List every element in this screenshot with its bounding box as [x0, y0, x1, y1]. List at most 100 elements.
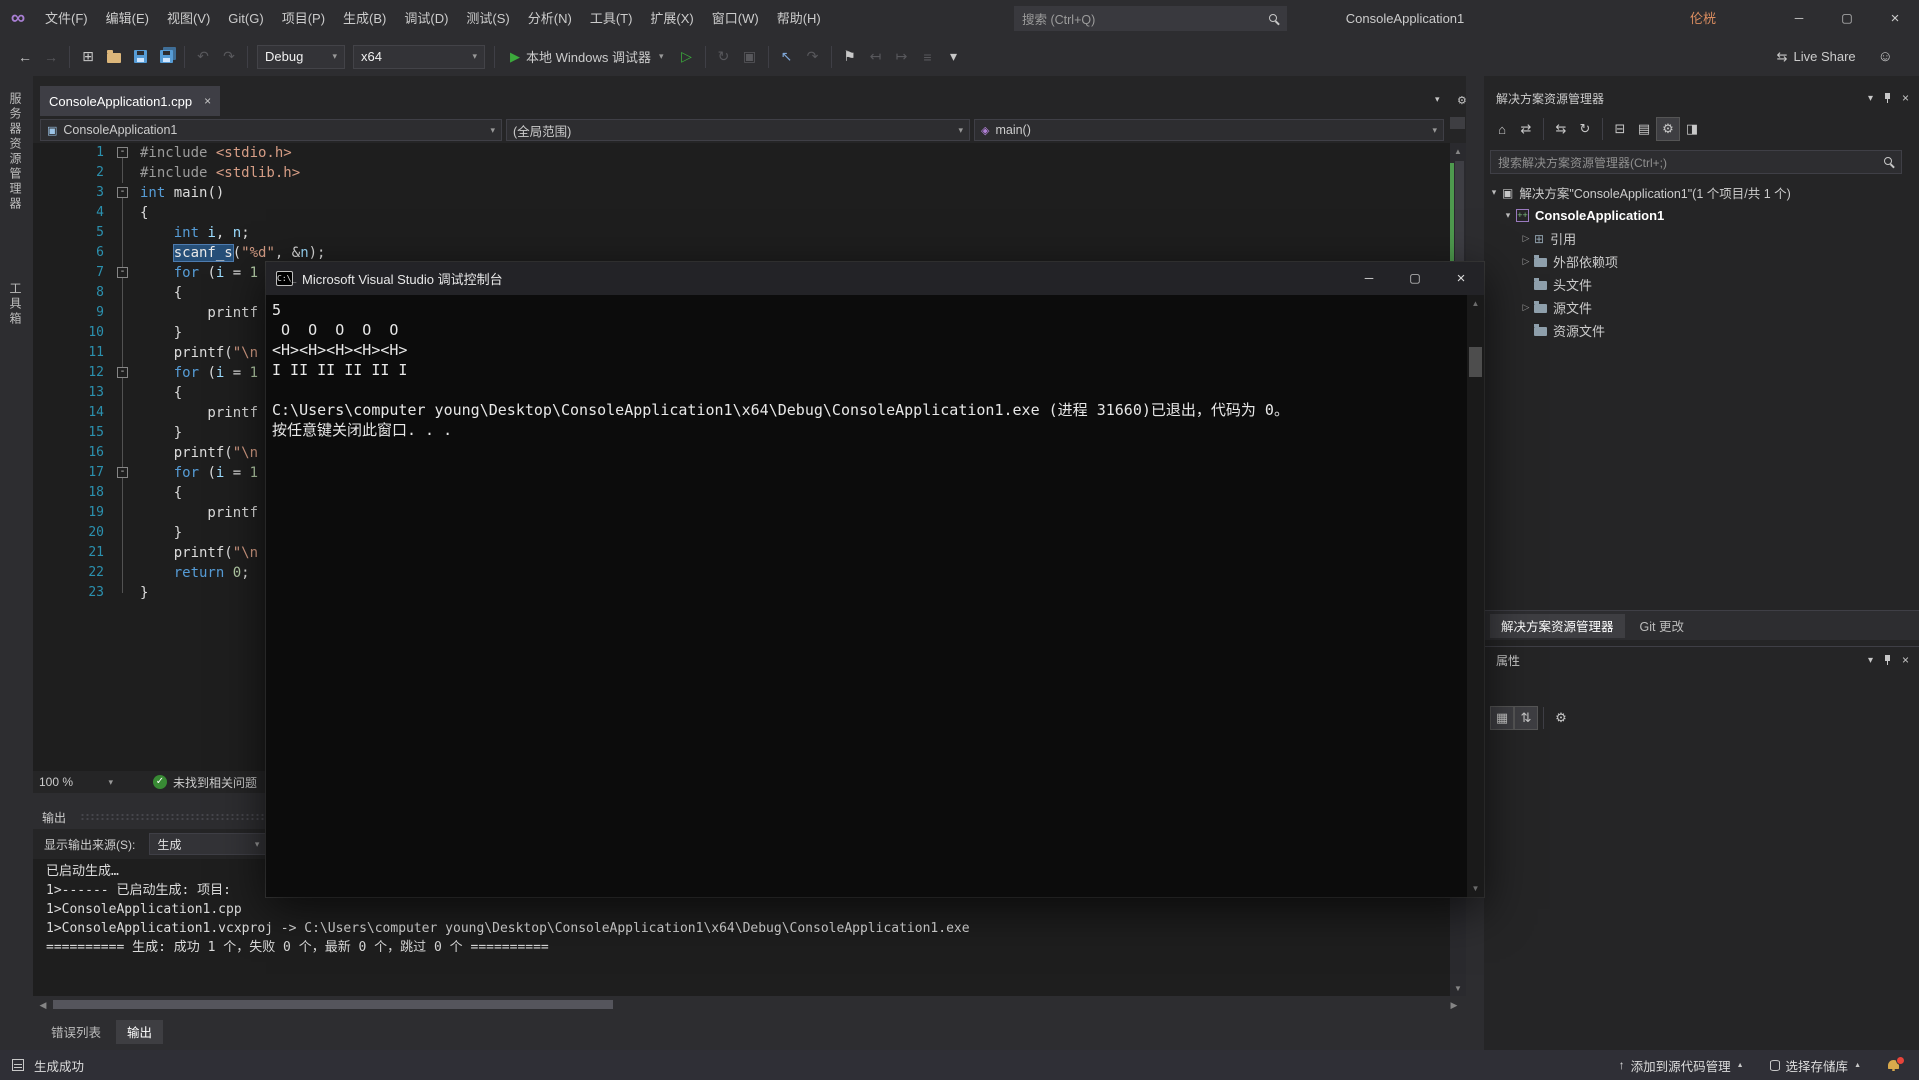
save-icon[interactable] — [128, 45, 152, 69]
menu-item-4[interactable]: 项目(P) — [273, 0, 334, 37]
code-line-3[interactable]: 3 - int main() — [33, 183, 1450, 203]
tab-git-changes[interactable]: Git 更改 — [1629, 614, 1695, 638]
chevron-down-icon[interactable]: ▾ — [1868, 655, 1873, 666]
scroll-right-icon[interactable]: ▶ — [1448, 1000, 1460, 1011]
add-to-source-control-button[interactable]: 添加到源代码管理 — [1619, 1056, 1744, 1075]
solution-explorer-search-box[interactable]: 搜索解决方案资源管理器(Ctrl+;) — [1490, 150, 1902, 174]
user-account-name[interactable]: 伦桄 — [1690, 0, 1716, 37]
fold-collapse-icon[interactable]: - — [117, 147, 128, 158]
code-line-6[interactable]: 6 scanf_s("%d", &n); — [33, 243, 1450, 263]
tree-item-project[interactable]: ConsoleApplication1 — [1484, 204, 1919, 227]
collapsed-arrow-icon[interactable] — [1520, 302, 1532, 313]
tab-solution-explorer[interactable]: 解决方案资源管理器 — [1490, 613, 1625, 638]
menu-item-12[interactable]: 帮助(H) — [768, 0, 830, 37]
document-tab[interactable]: ConsoleApplication1.cpp × — [40, 86, 221, 116]
tree-item-header-files[interactable]: 头文件 — [1484, 273, 1919, 296]
tree-item-external-dependencies[interactable]: 外部依赖项 — [1484, 250, 1919, 273]
minimize-button[interactable] — [1775, 0, 1823, 37]
open-file-icon[interactable] — [102, 45, 126, 69]
debug-console-window[interactable]: Microsoft Visual Studio 调试控制台 5 O O O O … — [266, 262, 1484, 897]
code-line-2[interactable]: 2 #include <stdlib.h> — [33, 163, 1450, 183]
pin-icon[interactable] — [1883, 92, 1892, 104]
show-all-files-icon[interactable]: ▤ — [1633, 118, 1655, 140]
feedback-smiley-icon[interactable] — [1878, 48, 1893, 65]
close-icon[interactable]: × — [1902, 91, 1909, 105]
console-output[interactable]: 5 O O O O O <H><H><H><H><H> I II II II II … — [272, 300, 1452, 860]
collapsed-arrow-icon[interactable] — [1520, 233, 1532, 244]
menu-item-10[interactable]: 扩展(X) — [641, 0, 702, 37]
maximize-button[interactable] — [1392, 262, 1438, 295]
close-button[interactable] — [1871, 0, 1919, 37]
collapse-all-icon[interactable]: ⊟ — [1609, 118, 1631, 140]
collapsed-arrow-icon[interactable] — [1520, 256, 1532, 267]
menu-item-3[interactable]: Git(G) — [219, 0, 272, 37]
code-line-4[interactable]: 4{ — [33, 203, 1450, 223]
menu-item-1[interactable]: 编辑(E) — [97, 0, 158, 37]
property-pages-icon[interactable]: ⚙ — [1550, 707, 1572, 729]
menu-item-11[interactable]: 窗口(W) — [703, 0, 768, 37]
close-button[interactable] — [1438, 262, 1484, 295]
document-health-check-icon[interactable] — [153, 775, 167, 789]
properties-panel-header[interactable]: 属性 ▾ × — [1484, 646, 1919, 673]
notifications-button[interactable] — [1887, 1056, 1905, 1072]
toolbar-overflow-icon[interactable]: ▾ — [942, 45, 966, 69]
tab-close-icon[interactable]: × — [204, 94, 211, 108]
navigate-forward-icon[interactable]: → — [39, 45, 63, 69]
console-title-bar[interactable]: Microsoft Visual Studio 调试控制台 — [266, 262, 1484, 295]
save-all-icon[interactable] — [154, 45, 178, 69]
fold-collapse-icon[interactable]: - — [117, 467, 128, 478]
scrollbar-thumb[interactable] — [53, 1000, 613, 1009]
menu-item-8[interactable]: 分析(N) — [519, 0, 581, 37]
tree-item-resource-files[interactable]: 资源文件 — [1484, 319, 1919, 342]
scroll-left-icon[interactable]: ◀ — [37, 1000, 49, 1011]
output-source-dropdown[interactable]: 生成 — [149, 833, 268, 855]
editor-splitter-handle[interactable] — [1450, 117, 1465, 129]
tab-output[interactable]: 输出 — [116, 1019, 164, 1044]
alphabetical-icon[interactable]: ⇅ — [1514, 706, 1538, 730]
maximize-button[interactable] — [1823, 0, 1871, 37]
navigate-back-icon[interactable]: ← — [13, 45, 37, 69]
next-bookmark-icon[interactable]: ↦ — [890, 45, 914, 69]
scrollbar-thumb[interactable] — [1469, 347, 1482, 377]
pin-icon[interactable] — [1883, 654, 1892, 666]
undo-icon[interactable]: ↶ — [191, 45, 215, 69]
menu-item-9[interactable]: 工具(T) — [581, 0, 642, 37]
refresh-icon[interactable]: ↻ — [1574, 118, 1596, 140]
tree-item-source-files[interactable]: 源文件 — [1484, 296, 1919, 319]
home-icon[interactable]: ⌂ — [1491, 118, 1513, 140]
live-share-button[interactable]: Live Share — [1794, 49, 1856, 64]
debug-windows-icon[interactable]: ▣ — [738, 45, 762, 69]
prev-bookmark-icon[interactable]: ↤ — [864, 45, 888, 69]
expanded-arrow-icon[interactable] — [1502, 210, 1514, 221]
tree-item-solution[interactable]: 解决方案"ConsoleApplication1"(1 个项目/共 1 个) — [1484, 181, 1919, 204]
solution-platform-dropdown[interactable]: x64 — [353, 44, 485, 69]
minimize-button[interactable] — [1346, 262, 1392, 295]
properties-object-field[interactable] — [1484, 672, 1919, 704]
nav-project-dropdown[interactable]: ConsoleApplication1 — [40, 119, 502, 141]
tree-item-references[interactable]: 引用 — [1484, 227, 1919, 250]
quick-search-box[interactable]: 搜索 (Ctrl+Q) — [1014, 6, 1287, 31]
tab-list-chevron-icon[interactable]: ▾ — [1435, 94, 1440, 105]
start-without-debugging-icon[interactable]: ▷ — [675, 45, 699, 69]
preview-selected-icon[interactable]: ◨ — [1681, 118, 1703, 140]
bookmark-icon[interactable]: ⚑ — [838, 45, 862, 69]
solution-configuration-dropdown[interactable]: Debug — [257, 44, 345, 69]
start-debugging-button[interactable]: 本地 Windows 调试器 — [506, 44, 668, 70]
scroll-up-icon[interactable]: ▲ — [1467, 299, 1484, 308]
redo-icon[interactable]: ↷ — [217, 45, 241, 69]
comment-icon[interactable]: ≡ — [916, 45, 940, 69]
menu-item-0[interactable]: 文件(F) — [36, 0, 97, 37]
output-horizontal-scrollbar[interactable]: ◀ ▶ — [33, 996, 1484, 1013]
properties-icon[interactable]: ⚙ — [1656, 117, 1680, 141]
scroll-down-icon[interactable]: ▼ — [1467, 884, 1484, 893]
close-icon[interactable]: × — [1902, 653, 1909, 667]
nav-member-dropdown[interactable]: main() — [974, 119, 1444, 141]
sync-with-active-document-icon[interactable]: ⇆ — [1550, 118, 1572, 140]
menu-item-6[interactable]: 调试(D) — [395, 0, 457, 37]
console-scrollbar[interactable]: ▲ ▼ — [1467, 295, 1484, 897]
chevron-down-icon[interactable]: ▾ — [1868, 93, 1873, 104]
expanded-arrow-icon[interactable] — [1488, 187, 1500, 198]
nav-scope-dropdown[interactable]: (全局范围) — [506, 119, 970, 141]
code-line-1[interactable]: 1 - #include <stdio.h> — [33, 143, 1450, 163]
fold-collapse-icon[interactable]: - — [117, 267, 128, 278]
